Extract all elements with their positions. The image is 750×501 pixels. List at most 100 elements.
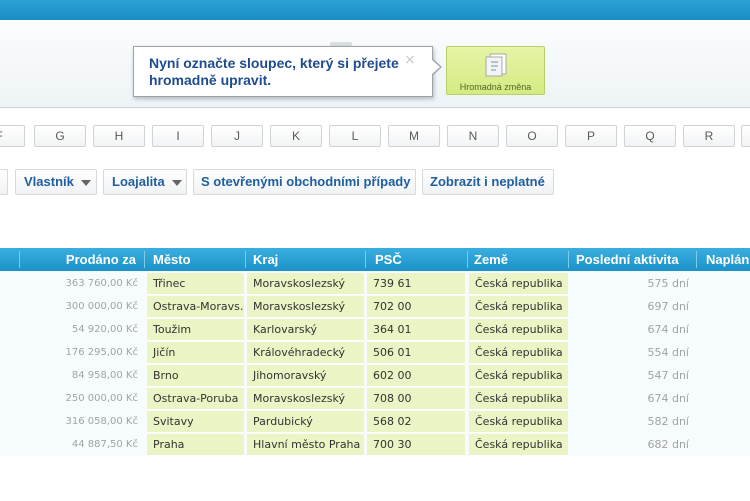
- loyalty-filter-label: Loajalita: [112, 174, 165, 189]
- cell-last-activity: 674 dní: [647, 392, 689, 405]
- column-separator: [467, 251, 468, 268]
- cell-sold-for: 250 000,00 Kč: [65, 393, 139, 404]
- cell-country[interactable]: Česká republika: [469, 342, 568, 364]
- letter-filter-q[interactable]: Q: [624, 125, 676, 147]
- cell-city[interactable]: Ostrava-Poruba: [147, 388, 244, 410]
- bulk-change-button[interactable]: Hromadná změna: [446, 46, 545, 95]
- column-separator: [696, 251, 697, 268]
- cell-last-activity: 697 dní: [647, 300, 689, 313]
- cell-last-activity: 582 dní: [647, 415, 689, 428]
- cell-region[interactable]: Pardubický: [247, 411, 364, 433]
- cell-country[interactable]: Česká republika: [469, 411, 568, 433]
- letter-filter-f[interactable]: F: [0, 125, 25, 147]
- column-header-last-activity[interactable]: Poslední aktivita: [576, 248, 690, 271]
- tooltip-arrow-inner: [431, 59, 440, 75]
- cell-sold-for: 44 887,50 Kč: [71, 439, 138, 450]
- cell-zip[interactable]: 739 61: [367, 273, 465, 295]
- cell-region[interactable]: Hlavní město Praha: [247, 434, 364, 456]
- cell-region[interactable]: Královéhradecký: [247, 342, 364, 364]
- letter-filter-j[interactable]: J: [211, 125, 263, 147]
- bulk-edit-icon: [485, 53, 507, 77]
- cell-country[interactable]: Česká republika: [469, 296, 568, 318]
- cell-city[interactable]: Svitavy: [147, 411, 244, 433]
- cell-sold-for: 176 295,00 Kč: [65, 347, 139, 358]
- grid-header: Prodáno za Město Kraj PSČ Země Poslední …: [0, 248, 750, 271]
- table-row[interactable]: 176 295,00 Kč Jičín Královéhradecký 506 …: [0, 342, 750, 365]
- cell-sold-for: 316 058,00 Kč: [65, 416, 139, 427]
- cell-last-activity: 674 dní: [647, 323, 689, 336]
- column-separator: [245, 251, 246, 268]
- cell-sold-for: 300 000,00 Kč: [65, 301, 139, 312]
- cell-last-activity: 575 dní: [647, 277, 689, 290]
- cell-zip[interactable]: 708 00: [367, 388, 465, 410]
- cell-city[interactable]: Jičín: [147, 342, 244, 364]
- cell-city[interactable]: Ostrava-Moravs…: [147, 296, 244, 318]
- letter-filter-m[interactable]: M: [388, 125, 440, 147]
- owner-filter-label: Vlastník: [24, 174, 74, 189]
- cell-country[interactable]: Česká republika: [469, 273, 568, 295]
- close-icon[interactable]: ×: [404, 52, 416, 68]
- cell-country[interactable]: Česká republika: [469, 388, 568, 410]
- letter-filter-r[interactable]: R: [683, 125, 735, 147]
- loyalty-filter-dropdown[interactable]: Loajalita: [103, 169, 187, 195]
- cell-region[interactable]: Moravskoslezský: [247, 273, 364, 295]
- table-row[interactable]: 84 958,00 Kč Brno Jihomoravský 602 00 Če…: [0, 365, 750, 388]
- column-header-zip[interactable]: PSČ: [375, 248, 465, 271]
- cell-region[interactable]: Moravskoslezský: [247, 296, 364, 318]
- cell-last-activity: 554 dní: [647, 346, 689, 359]
- column-header-city[interactable]: Město: [153, 248, 243, 271]
- letter-filter-h[interactable]: H: [93, 125, 145, 147]
- cell-city[interactable]: Toužim: [147, 319, 244, 341]
- show-invalid-filter-button[interactable]: Zobrazit i neplatné: [422, 169, 554, 195]
- column-header-sold-for[interactable]: Prodáno za: [20, 248, 136, 271]
- table-row[interactable]: 44 887,50 Kč Praha Hlavní město Praha 70…: [0, 434, 750, 457]
- cell-city[interactable]: Praha: [147, 434, 244, 456]
- letter-filter-p[interactable]: P: [565, 125, 617, 147]
- column-header-country[interactable]: Země: [474, 248, 566, 271]
- instruction-tooltip: Nyní označte sloupec, který si přejete h…: [133, 46, 433, 97]
- cell-last-activity: 547 dní: [647, 369, 689, 382]
- column-separator: [365, 251, 366, 268]
- letter-filter-next[interactable]: [741, 125, 750, 147]
- app-header-bar: [0, 0, 750, 20]
- table-row[interactable]: 316 058,00 Kč Svitavy Pardubický 568 02 …: [0, 411, 750, 434]
- cell-country[interactable]: Česká republika: [469, 434, 568, 456]
- table-row[interactable]: 250 000,00 Kč Ostrava-Poruba Moravskosle…: [0, 388, 750, 411]
- cell-region[interactable]: Moravskoslezský: [247, 388, 364, 410]
- column-separator: [568, 251, 569, 268]
- letter-filter-i[interactable]: I: [152, 125, 204, 147]
- table-row[interactable]: 363 760,00 Kč Třinec Moravskoslezský 739…: [0, 273, 750, 296]
- letter-filter-k[interactable]: K: [270, 125, 322, 147]
- cell-sold-for: 84 958,00 Kč: [71, 370, 138, 381]
- column-header-region[interactable]: Kraj: [253, 248, 363, 271]
- letter-filter-l[interactable]: L: [329, 125, 381, 147]
- cell-region[interactable]: Karlovarský: [247, 319, 364, 341]
- alphabet-filter: F G H I J K L M N O P Q R: [0, 125, 750, 149]
- cell-sold-for: 54 920,00 Kč: [71, 324, 138, 335]
- cell-region[interactable]: Jihomoravský: [247, 365, 364, 387]
- bulk-change-label: Hromadná změna: [459, 82, 532, 92]
- cell-zip[interactable]: 700 30: [367, 434, 465, 456]
- cell-country[interactable]: Česká republika: [469, 319, 568, 341]
- caret-down-icon: [171, 179, 182, 186]
- filter-partial[interactable]: [0, 169, 8, 195]
- column-header-planned[interactable]: Naplán: [706, 248, 750, 271]
- cell-zip[interactable]: 568 02: [367, 411, 465, 433]
- open-deals-filter-button[interactable]: S otevřenými obchodními případy: [193, 169, 416, 195]
- owner-filter-dropdown[interactable]: Vlastník: [15, 169, 97, 195]
- letter-filter-g[interactable]: G: [34, 125, 86, 147]
- cell-last-activity: 682 dní: [647, 438, 689, 451]
- cell-zip[interactable]: 506 01: [367, 342, 465, 364]
- letter-filter-n[interactable]: N: [447, 125, 499, 147]
- table-row[interactable]: 54 920,00 Kč Toužim Karlovarský 364 01 Č…: [0, 319, 750, 342]
- table-row[interactable]: 300 000,00 Kč Ostrava-Moravs… Moravskosl…: [0, 296, 750, 319]
- letter-filter-o[interactable]: O: [506, 125, 558, 147]
- cell-city[interactable]: Třinec: [147, 273, 244, 295]
- cell-city[interactable]: Brno: [147, 365, 244, 387]
- cell-country[interactable]: Česká republika: [469, 365, 568, 387]
- cell-zip[interactable]: 364 01: [367, 319, 465, 341]
- cell-zip[interactable]: 702 00: [367, 296, 465, 318]
- column-separator: [144, 251, 145, 268]
- cell-zip[interactable]: 602 00: [367, 365, 465, 387]
- cell-sold-for: 363 760,00 Kč: [65, 278, 139, 289]
